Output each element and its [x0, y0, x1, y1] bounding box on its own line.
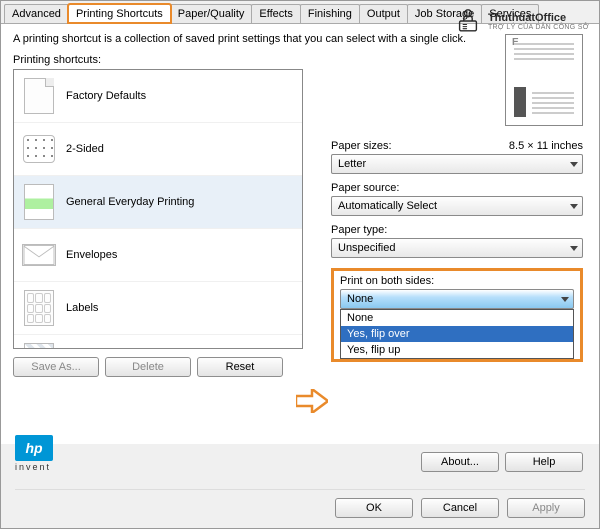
tab-services[interactable]: Services	[481, 4, 539, 23]
ok-button[interactable]: OK	[335, 498, 413, 518]
tab-finishing[interactable]: Finishing	[300, 4, 360, 23]
tab-effects[interactable]: Effects	[251, 4, 300, 23]
paper-sizes-label: Paper sizes:	[331, 140, 392, 152]
callout-arrow-icon	[296, 389, 328, 413]
tab-advanced[interactable]: Advanced	[4, 4, 69, 23]
shortcut-envelopes[interactable]: Envelopes	[14, 229, 302, 282]
shortcut-general-everyday[interactable]: General Everyday Printing	[14, 176, 302, 229]
hp-logo: hp	[15, 435, 53, 461]
duplex-highlight-box: Print on both sides: None None Yes, flip…	[331, 268, 583, 362]
duplex-dropdown[interactable]: None Yes, flip over Yes, flip up	[340, 309, 574, 359]
duplex-label: Print on both sides:	[340, 275, 434, 287]
paper-type-label: Paper type:	[331, 224, 387, 236]
apply-button[interactable]: Apply	[507, 498, 585, 518]
shortcut-factory-defaults[interactable]: Factory Defaults	[14, 70, 302, 123]
hp-invent-text: invent	[15, 462, 53, 472]
envelope-icon	[22, 235, 56, 275]
dialog-buttons: OK Cancel Apply	[15, 489, 585, 518]
list-item-label: Labels	[66, 302, 98, 314]
tab-strip: Advanced Printing Shortcuts Paper/Qualit…	[1, 1, 599, 24]
list-item-label: 2-Sided	[66, 143, 104, 155]
list-item-label: Envelopes	[66, 249, 117, 261]
help-button[interactable]: Help	[505, 452, 583, 472]
page-preview: E	[505, 34, 583, 126]
labels-icon	[22, 288, 56, 328]
delete-button[interactable]: Delete	[105, 357, 191, 377]
transparency-icon	[22, 341, 56, 349]
document-icon	[22, 182, 56, 222]
tab-printing-shortcuts[interactable]: Printing Shortcuts	[68, 4, 171, 23]
paper-sizes-combo[interactable]: Letter	[331, 154, 583, 174]
cancel-button[interactable]: Cancel	[421, 498, 499, 518]
duplex-option-none[interactable]: None	[341, 310, 573, 326]
paper-sizes-info: 8.5 × 11 inches	[509, 140, 583, 152]
combo-value: Automatically Select	[338, 200, 437, 212]
chevron-down-icon	[561, 297, 569, 302]
tab-paper-quality[interactable]: Paper/Quality	[170, 4, 253, 23]
tab-panel: A printing shortcut is a collection of s…	[1, 24, 599, 444]
tab-job-storage[interactable]: Job Storage	[407, 4, 482, 23]
paper-source-label: Paper source:	[331, 182, 399, 194]
shortcut-labels[interactable]: Labels	[14, 282, 302, 335]
tab-output[interactable]: Output	[359, 4, 408, 23]
chevron-down-icon	[570, 204, 578, 209]
duplex-option-flip-up[interactable]: Yes, flip up	[341, 342, 573, 358]
hp-logo-area: hp invent	[15, 435, 53, 472]
panel-bottom-buttons: About... Help	[421, 452, 583, 472]
list-item-label: Factory Defaults	[66, 90, 146, 102]
page-icon	[22, 76, 56, 116]
chevron-down-icon	[570, 246, 578, 251]
list-item-label: General Everyday Printing	[66, 196, 194, 208]
paper-source-combo[interactable]: Automatically Select	[331, 196, 583, 216]
shortcuts-list[interactable]: Factory Defaults 2-Sided General Everyda…	[13, 69, 303, 349]
shortcut-transparencies[interactable]: Transparencies	[14, 335, 302, 349]
chevron-down-icon	[570, 162, 578, 167]
duplex-combo[interactable]: None	[340, 289, 574, 309]
print-preferences-dialog: Advanced Printing Shortcuts Paper/Qualit…	[0, 0, 600, 529]
combo-value: Unspecified	[338, 242, 395, 254]
combo-value: Letter	[338, 158, 366, 170]
reset-button[interactable]: Reset	[197, 357, 283, 377]
about-button[interactable]: About...	[421, 452, 499, 472]
save-as-button[interactable]: Save As...	[13, 357, 99, 377]
combo-value: None	[347, 293, 373, 305]
two-sided-icon	[22, 129, 56, 169]
duplex-option-flip-over[interactable]: Yes, flip over	[341, 326, 573, 342]
right-column: E Paper sizes: 8.5 × 11 inches Letter Pa…	[331, 34, 583, 362]
shortcut-two-sided[interactable]: 2-Sided	[14, 123, 302, 176]
paper-type-combo[interactable]: Unspecified	[331, 238, 583, 258]
